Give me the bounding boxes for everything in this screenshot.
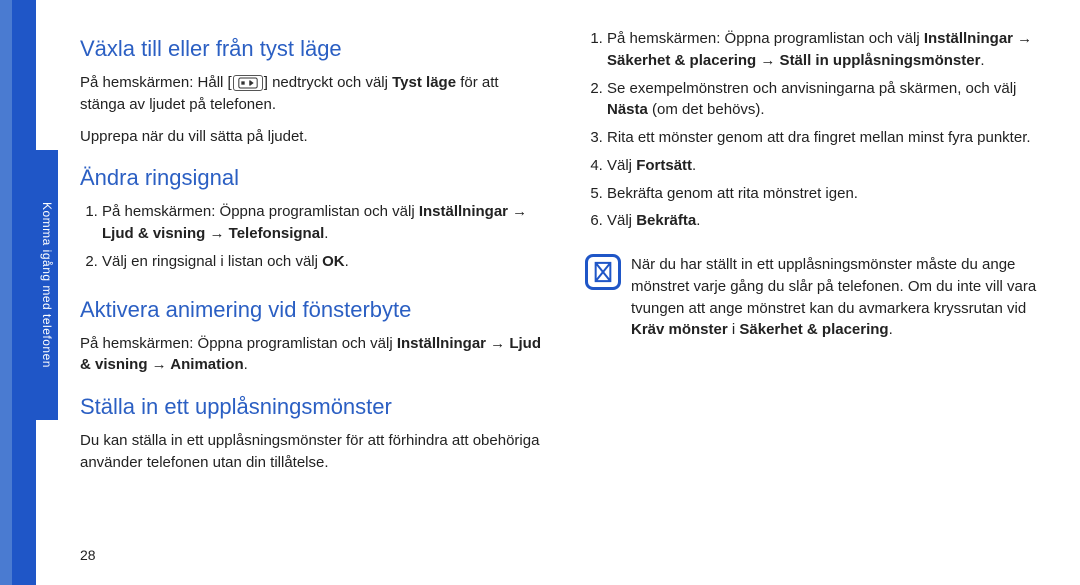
text: På hemskärmen: Öppna programlistan och v… [80, 335, 397, 352]
list-item: På hemskärmen: Öppna programlistan och v… [102, 201, 545, 245]
hold-key-icon [233, 75, 263, 91]
list-item: Se exempelmönstren och anvisningarna på … [607, 78, 1050, 122]
text: På hemskärmen: Håll [ [80, 74, 232, 91]
heading-animation: Aktivera animering vid fönsterbyte [80, 297, 545, 323]
text: . [692, 157, 696, 174]
bold-text: Bekräfta [636, 212, 696, 229]
bold-text: Nästa [607, 101, 648, 118]
paragraph-animation: På hemskärmen: Öppna programlistan och v… [80, 333, 545, 377]
bold-text: OK [322, 253, 345, 270]
sidebar-tab: Komma igång med telefonen [36, 150, 58, 420]
list-item: Välj Fortsätt. [607, 155, 1050, 177]
sidebar-label: Komma igång med telefonen [40, 202, 54, 368]
text: . [244, 356, 248, 373]
list-item: Välj en ringsignal i listan och välj OK. [102, 251, 545, 273]
text: På hemskärmen: Öppna programlistan och v… [102, 203, 419, 220]
text: Välj [607, 212, 636, 229]
note-icon [585, 254, 621, 290]
list-item: Välj Bekräfta. [607, 210, 1050, 232]
sidebar-inner-stripe [12, 0, 36, 585]
list-unlock-pattern: På hemskärmen: Öppna programlistan och v… [585, 28, 1050, 238]
text: i [728, 321, 740, 338]
heading-ringtone: Ändra ringsignal [80, 165, 545, 191]
text: . [345, 253, 349, 270]
content-area: Växla till eller från tyst läge På hemsk… [80, 28, 1050, 565]
list-ringtone: På hemskärmen: Öppna programlistan och v… [80, 201, 545, 278]
text: . [696, 212, 700, 229]
text: (om det behövs). [648, 101, 765, 118]
paragraph-silent-mode: På hemskärmen: Håll [ ] nedtryckt och väl… [80, 72, 545, 116]
text: Välj en ringsignal i listan och välj [102, 253, 322, 270]
bold-text: Tyst läge [392, 74, 456, 91]
bold-text: Fortsätt [636, 157, 692, 174]
text: . [324, 225, 328, 242]
text: På hemskärmen: Öppna programlistan och v… [607, 30, 924, 47]
right-column: På hemskärmen: Öppna programlistan och v… [585, 28, 1050, 565]
list-item: Bekräfta genom att rita mönstret igen. [607, 183, 1050, 205]
manual-page: Komma igång med telefonen Växla till ell… [0, 0, 1080, 585]
text: . [980, 52, 984, 69]
page-number: 28 [80, 547, 96, 563]
text: Se exempelmönstren och anvisningarna på … [607, 80, 1016, 97]
text: När du har ställt in ett upplåsningsmöns… [631, 256, 1036, 317]
bold-text: Säkerhet & placering [739, 321, 888, 338]
paragraph-unlock-pattern: Du kan ställa in ett upplåsningsmönster … [80, 430, 545, 474]
heading-unlock-pattern: Ställa in ett upplåsningsmönster [80, 394, 545, 420]
left-column: Växla till eller från tyst läge På hemsk… [80, 28, 545, 565]
text: . [889, 321, 893, 338]
paragraph-repeat: Upprepa när du vill sätta på ljudet. [80, 126, 545, 148]
bold-text: Kräv mönster [631, 321, 728, 338]
heading-silent-mode: Växla till eller från tyst läge [80, 36, 545, 62]
note-text: När du har ställt in ett upplåsningsmöns… [631, 254, 1050, 341]
text: ] nedtryckt och välj [264, 74, 392, 91]
text: Välj [607, 157, 636, 174]
list-item: Rita ett mönster genom att dra fingret m… [607, 127, 1050, 149]
list-item: På hemskärmen: Öppna programlistan och v… [607, 28, 1050, 72]
note-box: När du har ställt in ett upplåsningsmöns… [585, 254, 1050, 341]
